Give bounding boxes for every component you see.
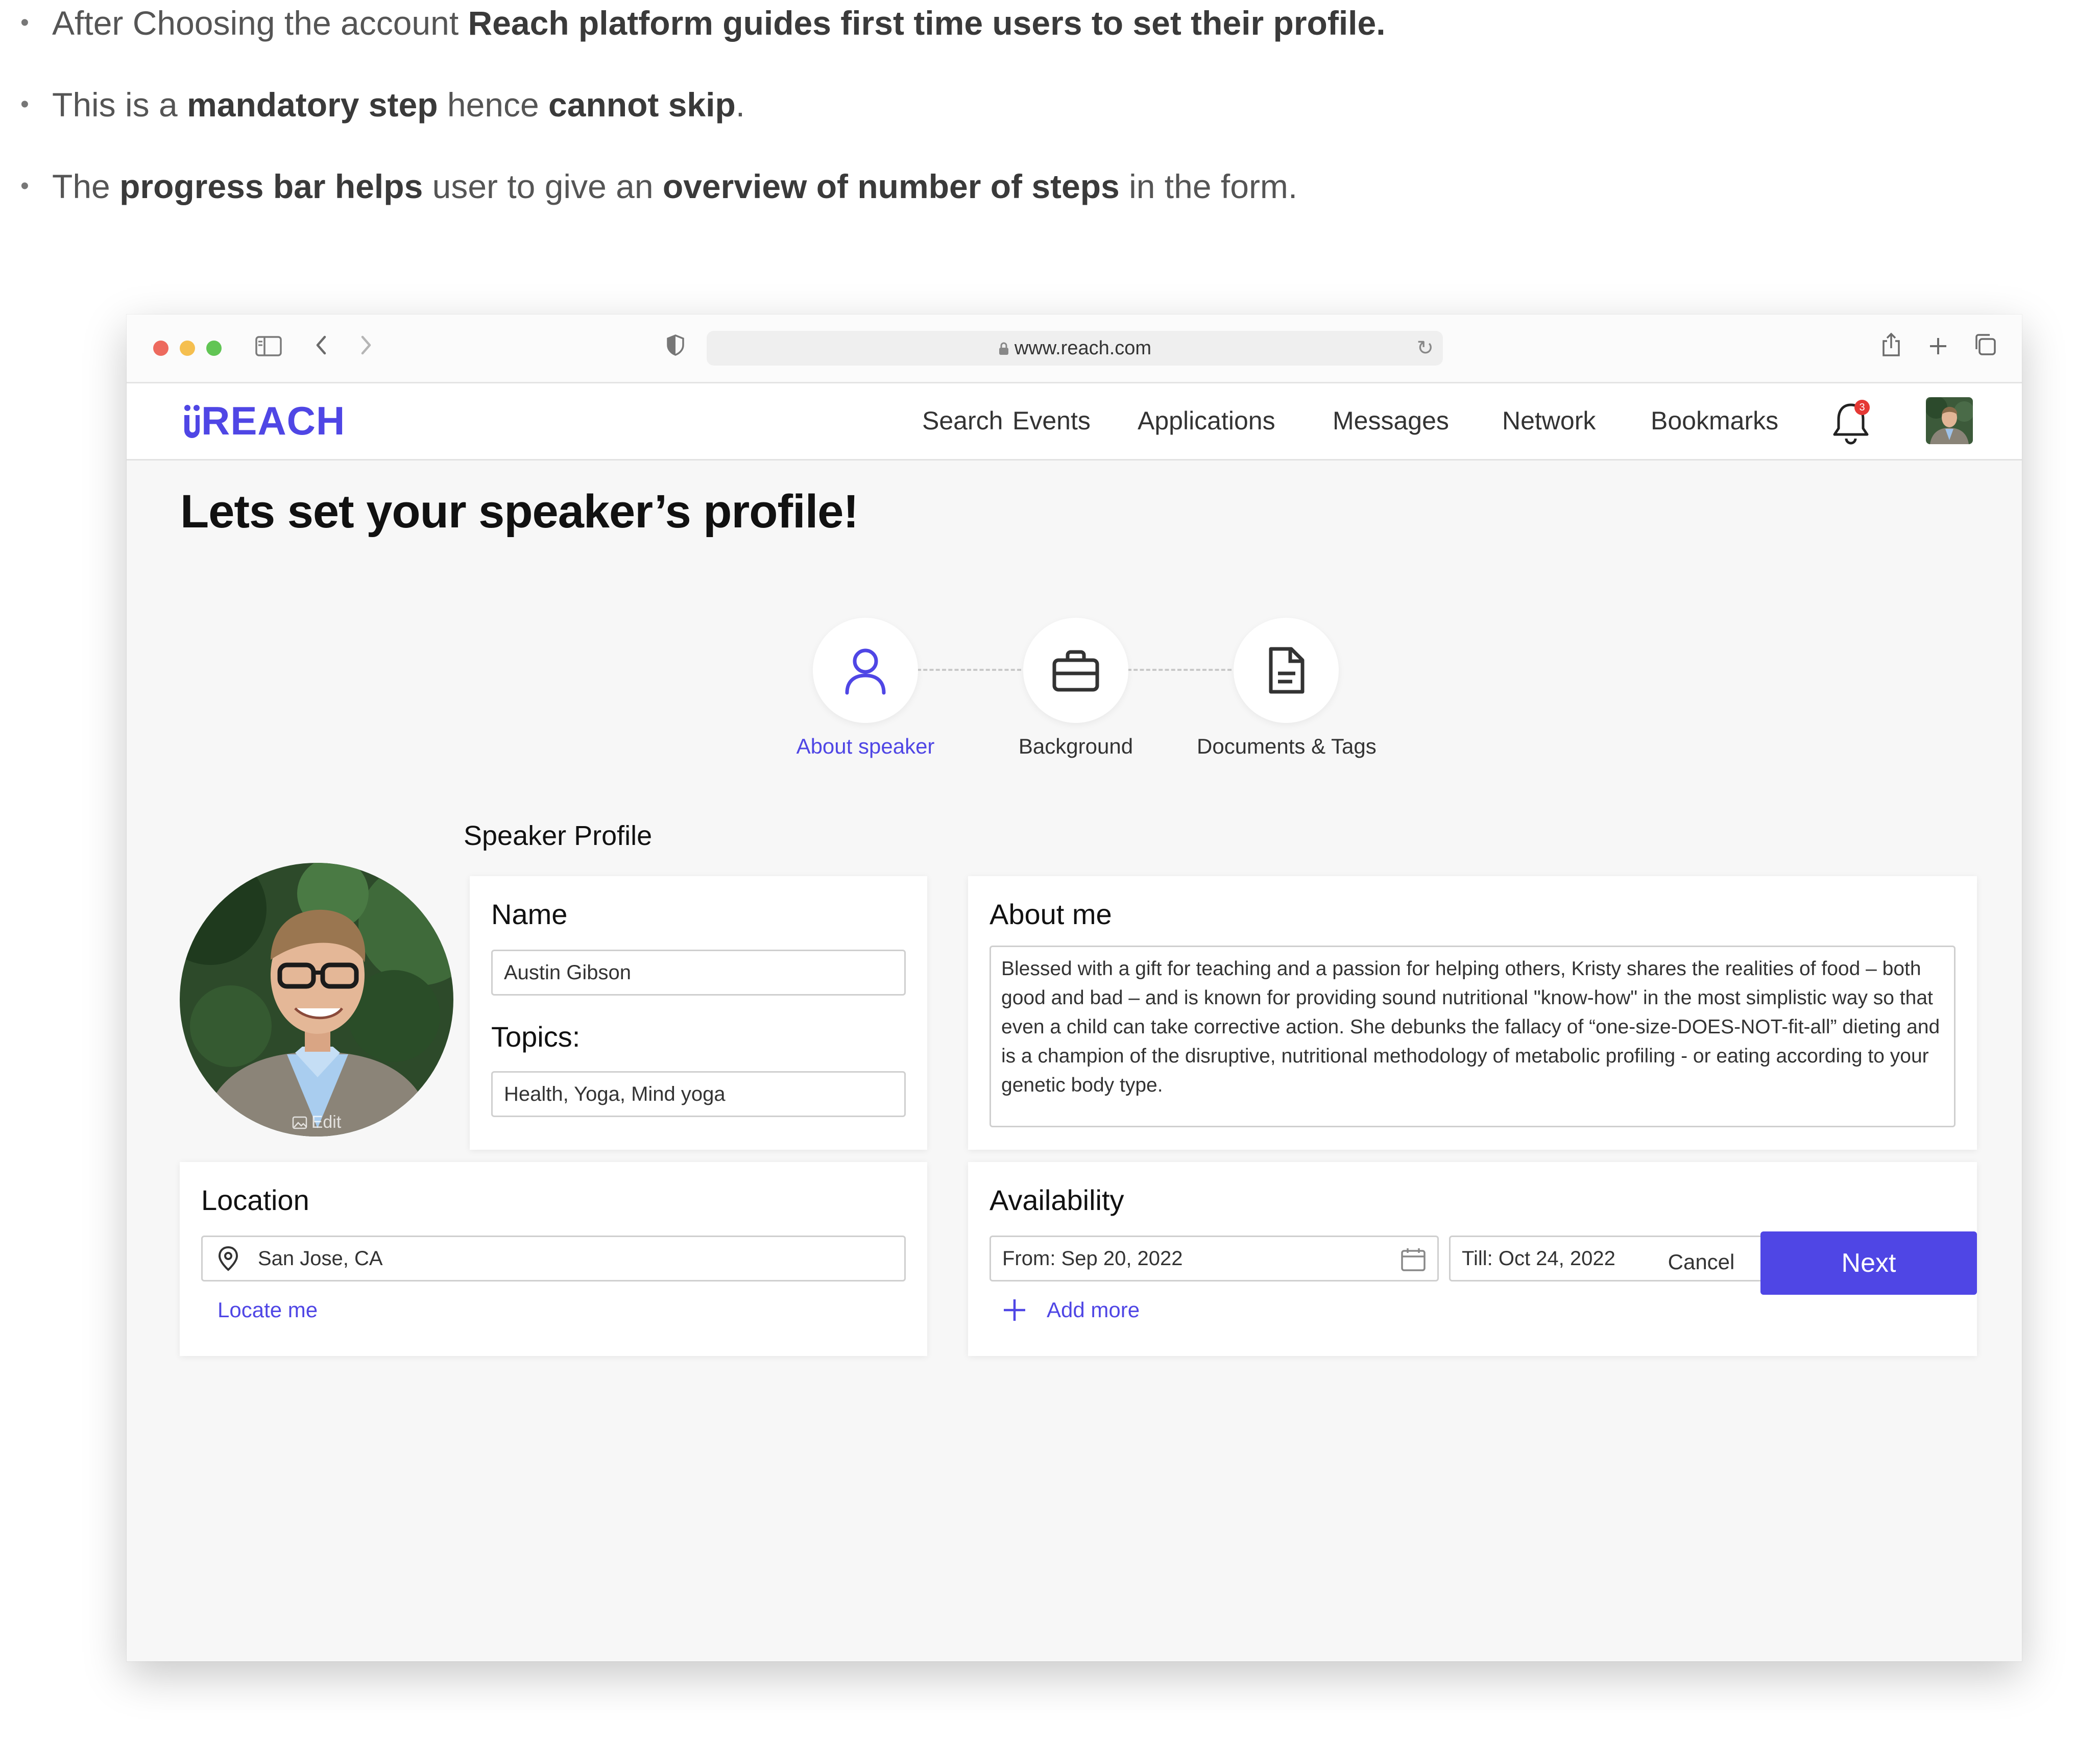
locate-me-link[interactable]: Locate me [218,1295,318,1325]
logo-text: REACH [201,398,346,443]
calendar-icon[interactable] [1401,1247,1426,1272]
name-label: Name [491,898,568,930]
location-label: Location [201,1184,309,1216]
edit-photo-button[interactable]: Edit [180,1108,453,1136]
step-connector [1127,669,1232,671]
browser-window: www.reach.com ↻ REACH Search Events Appl… [127,314,2022,1661]
step-label-documents-tags[interactable]: Documents & Tags [1197,731,1377,762]
nav-bookmarks[interactable]: Bookmarks [1651,403,1778,439]
location-input[interactable]: San Jose, CA [201,1236,906,1281]
nav-events[interactable]: Events [1012,403,1091,439]
url-value: www.reach.com [1014,337,1152,359]
page-title: Lets set your speaker’s profile! [180,486,859,538]
location-card: Location San Jose, CA Locate me [180,1162,927,1356]
name-topics-card: Name Austin Gibson Topics: Health, Yoga,… [470,876,927,1150]
section-title: Speaker Profile [464,820,653,851]
till-date-value: Till: Oct 24, 2022 [1462,1247,1615,1270]
location-pin-icon [218,1246,238,1271]
app-navbar: REACH Search Events Applications Message… [127,383,2022,461]
maximize-window-button[interactable] [206,341,222,356]
note-text: This is a mandatory step hence cannot sk… [52,86,745,124]
step-background[interactable] [1023,618,1128,723]
shield-icon[interactable] [663,332,688,365]
step-connector [917,669,1021,671]
browser-toolbar: www.reach.com ↻ [127,314,2022,383]
user-icon [845,648,886,695]
reach-logo[interactable]: REACH [183,398,345,444]
note-text: After Choosing the account Reach platfor… [52,4,1386,42]
nav-messages[interactable]: Messages [1333,403,1449,439]
minimize-window-button[interactable] [180,341,195,356]
plus-icon [1004,1299,1025,1321]
cancel-button[interactable]: Cancel [1650,1231,1752,1293]
nav-search[interactable]: Search [922,403,1003,439]
about-me-card: About me Blessed with a gift for teachin… [968,876,1977,1150]
document-icon [1269,647,1305,694]
location-value: San Jose, CA [258,1247,383,1270]
notification-badge: 3 [1854,400,1870,415]
step-documents-tags[interactable] [1234,618,1339,723]
about-me-textarea[interactable]: Blessed with a gift for teaching and a p… [989,946,1956,1127]
note-text: The progress bar helps user to give an o… [52,167,1298,205]
step-label-about-speaker[interactable]: About speaker [789,731,942,762]
name-value: Austin Gibson [504,961,632,984]
back-icon[interactable] [308,332,334,365]
from-date-input[interactable]: From: Sep 20, 2022 [989,1236,1439,1281]
forward-icon[interactable] [353,332,379,365]
lock-icon [999,342,1008,355]
user-avatar[interactable] [1926,397,1973,444]
sidebar-toggle-icon[interactable] [253,332,284,365]
close-window-button[interactable] [153,341,168,356]
topics-label: Topics: [491,1021,581,1053]
bullet-icon: • [20,9,29,36]
url-bar[interactable]: www.reach.com ↻ [707,331,1443,366]
topics-value: Health, Yoga, Mind yoga [504,1083,726,1105]
availability-label: Availability [989,1184,1124,1216]
about-me-label: About me [989,898,1112,930]
nav-applications[interactable]: Applications [1138,403,1275,439]
new-tab-icon[interactable] [1923,332,1953,365]
step-about-speaker[interactable] [813,618,918,723]
next-button[interactable]: Next [1760,1231,1977,1295]
name-input[interactable]: Austin Gibson [491,950,906,996]
nav-network[interactable]: Network [1502,403,1596,439]
from-date-value: From: Sep 20, 2022 [1002,1247,1183,1270]
url-text: www.reach.com [707,331,1443,366]
share-icon[interactable] [1876,332,1906,365]
step-label-background[interactable]: Background [999,731,1152,762]
reload-icon[interactable]: ↻ [1416,331,1434,366]
bullet-icon: • [20,173,29,200]
tabs-overview-icon[interactable] [1970,332,2000,365]
add-more-label: Add more [1047,1298,1140,1322]
about-me-value: Blessed with a gift for teaching and a p… [1001,958,1940,1096]
briefcase-icon [1052,650,1099,692]
profile-photo[interactable]: Edit [180,863,453,1136]
edit-photo-label: Edit [311,1112,342,1132]
topics-input[interactable]: Health, Yoga, Mind yoga [491,1071,906,1117]
image-icon [292,1116,307,1129]
bullet-icon: • [20,91,29,118]
logo-mark-icon [184,405,200,438]
